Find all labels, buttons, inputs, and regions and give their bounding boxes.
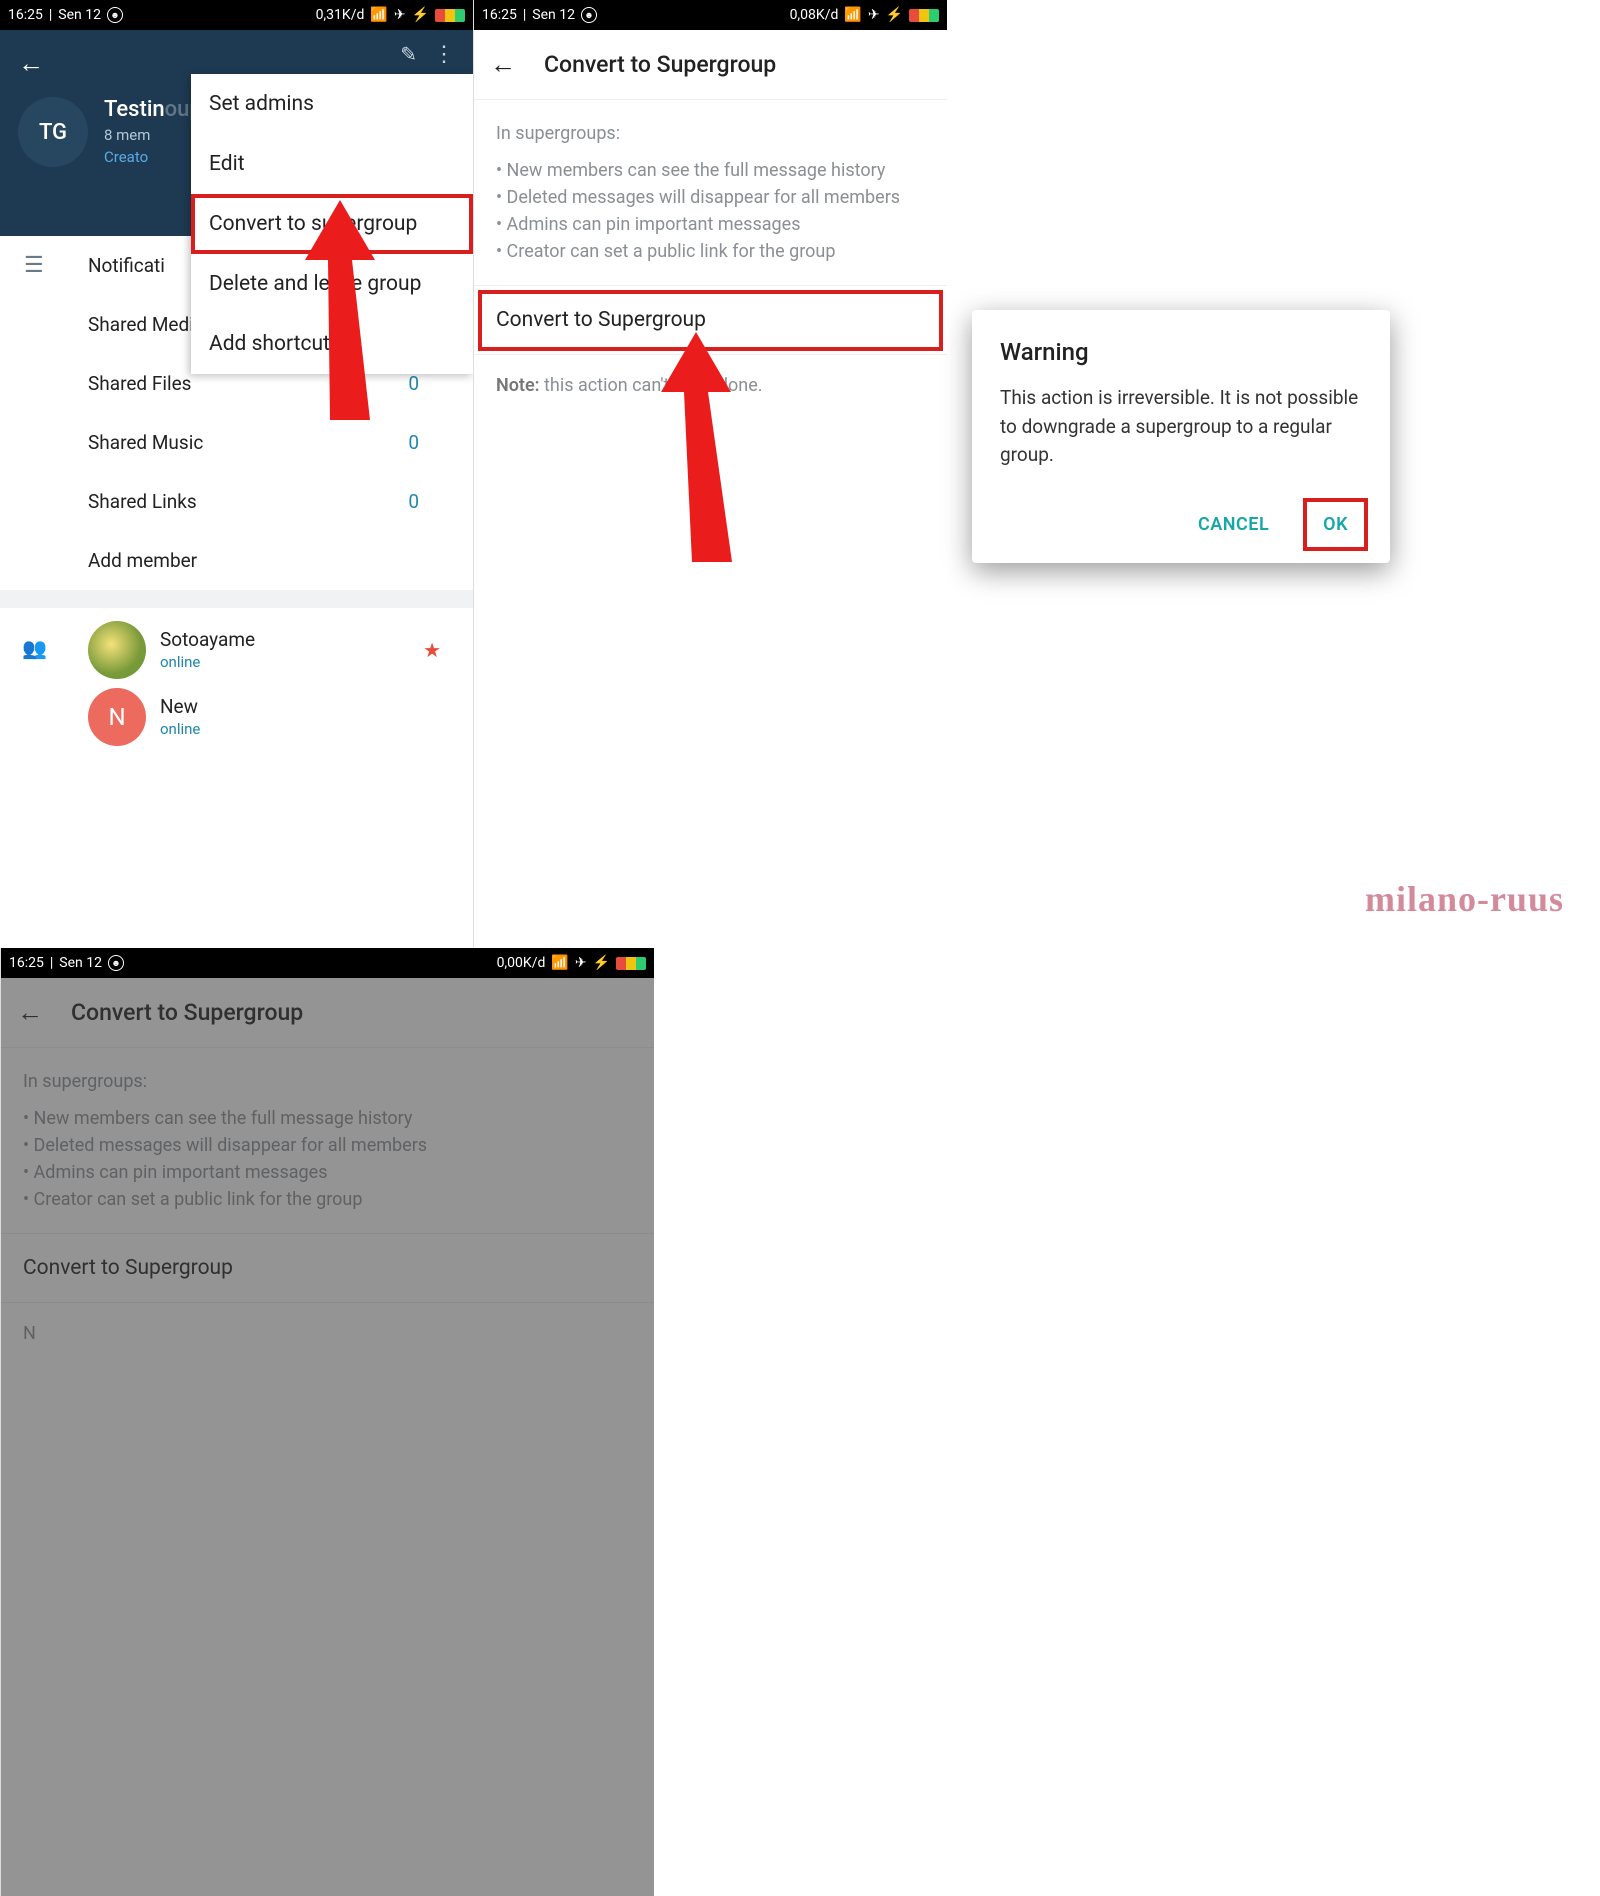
more-icon[interactable]: ⋮ xyxy=(433,42,455,67)
status-time: 16:25 xyxy=(482,7,517,23)
member-avatar: N xyxy=(88,688,146,746)
info-bullet: • Creator can set a public link for the … xyxy=(496,238,925,265)
member-row[interactable]: Sotoayame online ★ xyxy=(0,616,473,683)
panel-group-profile: 16:25 | Sen 12 ☻ 0,31K/d 📶 ✈ ⚡ ← ✎ ⋮ TG … xyxy=(0,0,473,948)
app-badge-icon: ☻ xyxy=(581,7,597,23)
watermark-text: milano-ruus xyxy=(1365,878,1564,920)
menu-edit[interactable]: Edit xyxy=(191,134,473,194)
pencil-icon[interactable]: ✎ xyxy=(400,42,417,66)
battery-icon xyxy=(909,9,939,22)
battery-icon xyxy=(435,9,465,22)
row-add-member[interactable]: Add member xyxy=(0,531,473,590)
member-avatar xyxy=(88,621,146,679)
group-title: Testinoup xyxy=(104,97,202,122)
row-label: Shared Links xyxy=(88,490,197,513)
row-label: Shared Media xyxy=(88,313,204,336)
info-lead: In supergroups: xyxy=(496,120,925,147)
group-avatar[interactable]: TG xyxy=(18,97,88,167)
annotation-arrow-icon xyxy=(280,200,400,430)
member-status: online xyxy=(160,720,200,738)
page-header: ← Convert to Supergroup xyxy=(474,30,947,100)
row-label: Shared Music xyxy=(88,431,203,454)
net-speed: 0,08K/d xyxy=(790,7,839,23)
members-section: 👥 Sotoayame online ★ N New online xyxy=(0,608,473,750)
wifi-icon: 📶 xyxy=(844,7,861,23)
member-name: New xyxy=(160,695,200,718)
info-bullet: • Deleted messages will disappear for al… xyxy=(496,184,925,211)
group-header: ← ✎ ⋮ TG Testinoup 8 mem Creato Set admi… xyxy=(0,30,473,236)
member-status: online xyxy=(160,653,255,671)
status-time: 16:25 xyxy=(9,955,44,971)
row-label: Shared Files xyxy=(88,372,191,395)
row-count: 0 xyxy=(408,372,419,395)
status-bar: 16:25| Sen 12 ☻ 0,08K/d 📶 ✈ ⚡ xyxy=(474,0,947,30)
warning-dialog: Warning This action is irreversible. It … xyxy=(972,310,1390,563)
charge-icon: ⚡ xyxy=(886,7,903,23)
dialog-title: Warning xyxy=(1000,338,1362,366)
annotation-arrow-icon xyxy=(636,332,756,572)
back-icon[interactable]: ← xyxy=(18,48,44,79)
info-bullet: • Admins can pin important messages xyxy=(496,211,925,238)
app-badge-icon: ☻ xyxy=(108,955,124,971)
status-bar: 16:25 | Sen 12 ☻ 0,31K/d 📶 ✈ ⚡ xyxy=(0,0,473,30)
star-icon: ★ xyxy=(423,638,441,662)
section-divider xyxy=(0,590,473,608)
list-icon: ☰ xyxy=(24,253,44,278)
page-title: Convert to Supergroup xyxy=(544,51,776,78)
row-label: Add member xyxy=(88,549,197,572)
panel-confirm-dialog: 16:25| Sen 12 ☻ 0,00K/d 📶 ✈ ⚡ ← Convert … xyxy=(0,948,654,1896)
status-time: 16:25 xyxy=(8,7,43,23)
status-date: Sen 12 xyxy=(59,955,102,971)
dialog-text: This action is irreversible. It is not p… xyxy=(1000,384,1362,470)
battery-icon xyxy=(616,957,646,970)
member-name: Sotoayame xyxy=(160,628,255,651)
wifi-icon: 📶 xyxy=(370,7,387,23)
net-speed: 0,00K/d xyxy=(497,955,546,971)
info-bullet: • New members can see the full message h… xyxy=(496,157,925,184)
row-shared-music[interactable]: Shared Music 0 xyxy=(0,413,473,472)
airplane-icon: ✈ xyxy=(575,955,587,971)
status-bar: 16:25| Sen 12 ☻ 0,00K/d 📶 ✈ ⚡ xyxy=(1,948,654,978)
charge-icon: ⚡ xyxy=(593,955,610,971)
cancel-button[interactable]: CANCEL xyxy=(1184,504,1283,545)
group-member-count: 8 mem xyxy=(104,126,202,144)
net-speed: 0,31K/d xyxy=(316,7,365,23)
wifi-icon: 📶 xyxy=(551,955,568,971)
row-count: 0 xyxy=(408,490,419,513)
app-badge-icon: ☻ xyxy=(107,7,123,23)
member-row[interactable]: N New online xyxy=(0,683,473,750)
menu-set-admins[interactable]: Set admins xyxy=(191,74,473,134)
row-shared-links[interactable]: Shared Links 0 xyxy=(0,472,473,531)
charge-icon: ⚡ xyxy=(412,7,429,23)
modal-backdrop xyxy=(1,978,654,1896)
status-date: Sen 12 xyxy=(532,7,575,23)
airplane-icon: ✈ xyxy=(868,7,880,23)
row-label: Notificati xyxy=(88,254,165,277)
row-count: 0 xyxy=(408,431,419,454)
airplane-icon: ✈ xyxy=(394,7,406,23)
status-date: Sen 12 xyxy=(58,7,101,23)
group-creator-label: Creato xyxy=(104,148,202,166)
ok-button[interactable]: OK xyxy=(1309,504,1362,545)
back-icon[interactable]: ← xyxy=(490,49,516,80)
supergroup-info: In supergroups: • New members can see th… xyxy=(474,100,947,286)
